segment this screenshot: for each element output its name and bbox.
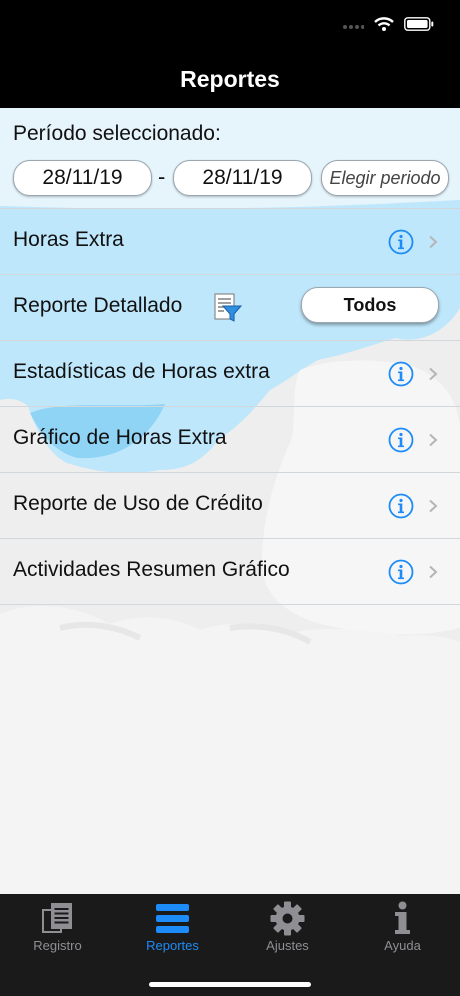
tab-label: Ayuda <box>384 938 421 953</box>
chevron-right-icon <box>429 433 438 447</box>
info-icon[interactable] <box>388 361 414 387</box>
home-indicator <box>149 982 311 987</box>
report-row-detallado[interactable]: Reporte Detallado Todos <box>0 274 460 341</box>
info-icon[interactable] <box>388 559 414 585</box>
start-date-field[interactable]: 28/11/19 <box>13 160 152 196</box>
choose-period-button[interactable]: Elegir periodo <box>321 160 449 196</box>
chevron-right-icon <box>429 565 438 579</box>
end-date-field[interactable]: 28/11/19 <box>173 160 312 196</box>
signal-icon <box>343 25 364 29</box>
status-icons <box>342 16 434 32</box>
battery-icon <box>404 17 434 31</box>
gear-icon <box>270 901 305 936</box>
period-label: Período seleccionado: <box>13 122 221 145</box>
wifi-icon <box>374 17 394 31</box>
tab-reportes[interactable]: Reportes <box>115 894 230 964</box>
nav-bar: Reportes <box>0 50 460 108</box>
info-icon[interactable] <box>388 427 414 453</box>
report-row-label: Gráfico de Horas Extra <box>13 426 227 449</box>
report-row-estadisticas[interactable]: Estadísticas de Horas extra <box>0 340 460 407</box>
report-row-credito[interactable]: Reporte de Uso de Crédito <box>0 472 460 539</box>
report-row-actividades[interactable]: Actividades Resumen Gráfico <box>0 538 460 605</box>
document-icon <box>42 903 72 933</box>
tab-label: Ajustes <box>266 938 309 953</box>
list-icon <box>156 904 189 933</box>
report-row-label: Reporte Detallado <box>13 294 183 317</box>
info-icon[interactable] <box>388 229 414 255</box>
chevron-right-icon <box>429 235 438 249</box>
date-separator: - <box>158 164 166 189</box>
tab-ayuda[interactable]: Ayuda <box>345 894 460 964</box>
status-bar <box>0 0 460 50</box>
report-row-horas-extra[interactable]: Horas Extra <box>0 208 460 275</box>
report-row-label: Estadísticas de Horas extra <box>13 360 270 383</box>
report-row-grafico[interactable]: Gráfico de Horas Extra <box>0 406 460 473</box>
reports-content: Período seleccionado: 28/11/19 - 28/11/1… <box>0 108 460 894</box>
report-row-label: Actividades Resumen Gráfico <box>13 558 290 581</box>
report-row-label: Reporte de Uso de Crédito <box>13 492 263 515</box>
chevron-right-icon <box>429 499 438 513</box>
filter-selector-button[interactable]: Todos <box>301 287 439 323</box>
report-row-label: Horas Extra <box>13 228 124 251</box>
tab-label: Registro <box>33 938 82 953</box>
tab-registro[interactable]: Registro <box>0 894 115 964</box>
info-icon[interactable] <box>388 493 414 519</box>
list-divider <box>0 604 460 605</box>
page-title: Reportes <box>180 66 280 92</box>
chevron-right-icon <box>429 367 438 381</box>
tab-ajustes[interactable]: Ajustes <box>230 894 345 964</box>
info-icon <box>395 901 410 934</box>
tab-label: Reportes <box>146 938 199 953</box>
filter-report-icon[interactable] <box>214 293 242 323</box>
tab-bar: Registro Reportes Ajustes Ayuda <box>0 894 460 996</box>
